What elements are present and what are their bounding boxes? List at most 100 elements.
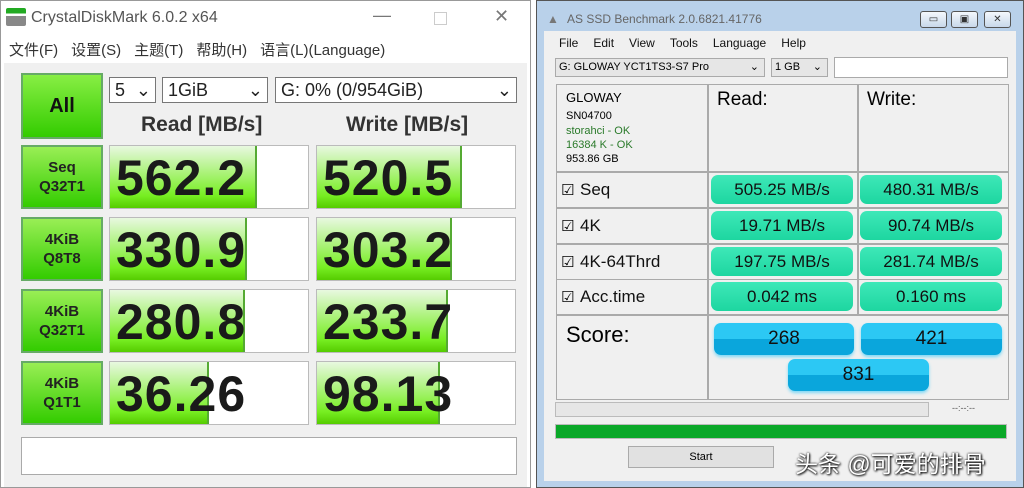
text-input[interactable] [834,57,1008,78]
read-value: 330.9 [116,222,247,278]
chevron-down-icon: ⌄ [135,80,151,100]
alignment-status: 16384 K - OK [566,139,633,151]
write-value: 233.7 [323,294,454,350]
write-header-cell: Write: [858,84,1009,172]
menu-help[interactable]: Help [781,36,806,50]
read-value: 505.25 MB/s [711,175,853,204]
menu-edit[interactable]: Edit [593,36,614,50]
start-button[interactable]: Start [628,446,774,468]
menu-file[interactable]: File [559,36,578,50]
write-result: 303.2 [316,217,516,281]
checkbox-checked-icon[interactable]: ☑ [561,288,574,306]
menu-file[interactable]: 文件(F) [9,39,58,60]
elapsed-time: --:--:-- [952,403,975,413]
test-name: Acc.time [580,287,646,306]
menu-tools[interactable]: Tools [670,36,698,50]
count-select[interactable]: 5 ⌄ [109,77,156,103]
chevron-down-icon: ⌄ [496,80,512,100]
progress-fill [556,425,1006,438]
score-label-cell: Score: [556,315,708,400]
menu-view[interactable]: View [629,36,655,50]
score-read: 268 [714,323,854,355]
write-value: 303.2 [323,222,454,278]
read-result: 330.9 [109,217,309,281]
test-name: Seq [580,180,611,199]
close-button[interactable]: ✕ [494,6,509,27]
menu-bar: File Edit View Tools Language Help [559,36,806,50]
size-select[interactable]: 1 GB ⌄ [771,58,828,77]
read-value: 36.26 [116,366,247,422]
checkbox-checked-icon[interactable]: ☑ [561,253,574,271]
app-logo-icon: ▲ [547,12,559,26]
chevron-down-icon: ⌄ [247,80,263,100]
read-result: 36.26 [109,361,309,425]
drive-info-panel: GLOWAY SN04700 storahci - OK 16384 K - O… [556,84,708,172]
test-label-line2: Q32T1 [39,322,85,339]
menu-language[interactable]: Language [713,36,766,50]
test-button[interactable]: Seq Q32T1 [21,145,103,209]
close-button[interactable]: ✕ [984,11,1011,28]
chevron-down-icon: ⌄ [749,61,759,73]
write-value: 90.74 MB/s [860,211,1002,240]
menu-settings[interactable]: 设置(S) [71,39,121,60]
score-total: 831 [788,359,929,391]
read-value: 19.71 MB/s [711,211,853,240]
test-row-label: ☑ Seq [556,172,708,208]
test-label-line1: 4KiB [44,231,80,248]
test-button[interactable]: 4KiB Q1T1 [21,361,103,425]
write-value: 0.160 ms [860,282,1002,311]
write-value: 98.13 [323,366,454,422]
read-header-cell: Read: [708,84,858,172]
firmware: SN04700 [566,110,612,122]
window-title: AS SSD Benchmark 2.0.6821.41776 [567,12,762,26]
drive-select[interactable]: G: 0% (0/954GiB) ⌄ [275,77,517,103]
driver-status: storahci - OK [566,125,631,137]
crystaldiskmark-window: CrystalDiskMark 6.0.2 x64 — ✕ 文件(F) 设置(S… [0,0,531,488]
as-ssd-window: ▲ AS SSD Benchmark 2.0.6821.41776 ▭ ▣ ✕ … [536,0,1024,488]
menu-language[interactable]: 语言(L)(Language) [260,39,385,60]
read-result: 280.8 [109,289,309,353]
read-header: Read: [717,89,768,110]
test-row-label: ☑ 4K [556,208,708,244]
chevron-down-icon: ⌄ [812,61,822,73]
drive-value: G: 0% (0/954GiB) [281,80,424,100]
test-label-line2: Q8T8 [43,250,81,267]
write-result: 98.13 [316,361,516,425]
write-header: Write: [867,89,917,110]
size-value: 1 GB [775,61,801,73]
test-label-line1: 4KiB [44,303,80,320]
minimize-button[interactable]: ▭ [920,11,947,28]
comment-input[interactable] [21,437,517,475]
minimize-button[interactable]: — [373,5,391,26]
maximize-button[interactable]: ▣ [951,11,978,28]
size-value: 1GiB [168,80,209,100]
read-result: 562.2 [109,145,309,209]
read-value: 562.2 [116,150,247,206]
test-label-line2: Q1T1 [43,394,81,411]
count-value: 5 [115,80,126,100]
test-button[interactable]: 4KiB Q32T1 [21,289,103,353]
checkbox-checked-icon[interactable]: ☑ [561,217,574,235]
drive-select[interactable]: G: GLOWAY YCT1TS3-S7 Pro ⌄ [555,58,765,77]
app-logo-icon [6,8,26,26]
all-button[interactable]: All [21,73,103,139]
maximize-button[interactable] [434,12,447,25]
overall-progress-bar [555,424,1007,439]
write-result: 233.7 [316,289,516,353]
score-write: 421 [861,323,1002,355]
menu-help[interactable]: 帮助(H) [196,39,247,60]
write-result: 520.5 [316,145,516,209]
test-row-label: ☑ 4K-64Thrd [556,244,708,280]
drive-value: G: GLOWAY YCT1TS3-S7 Pro [559,61,709,73]
write-value: 480.31 MB/s [860,175,1002,204]
write-value: 520.5 [323,150,454,206]
watermark: 头条 @可爱的排骨 [795,451,986,477]
test-progress-bar [555,402,929,417]
test-row-label: ☑ Acc.time [556,279,708,315]
menu-theme[interactable]: 主题(T) [134,39,183,60]
checkbox-checked-icon[interactable]: ☑ [561,181,574,199]
size-select[interactable]: 1GiB ⌄ [162,77,268,103]
test-button[interactable]: 4KiB Q8T8 [21,217,103,281]
read-value: 197.75 MB/s [711,247,853,276]
read-value: 0.042 ms [711,282,853,311]
